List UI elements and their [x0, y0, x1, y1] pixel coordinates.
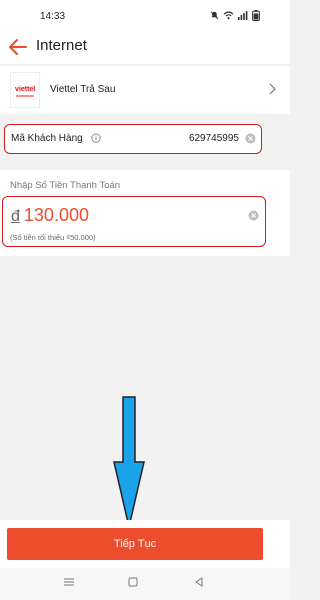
customer-code-field[interactable]: Mã Khách Hàng 629745995 — [4, 124, 262, 154]
amount-input[interactable]: đ 130.000 (Số tiền tối thiểu ₫50.000) — [2, 196, 266, 247]
status-time: 14:33 — [40, 11, 66, 22]
amount-label: Nhập Số Tiền Thanh Toán — [10, 180, 121, 191]
continue-button[interactable]: Tiếp Tục — [7, 528, 263, 560]
chevron-right-icon — [269, 83, 276, 95]
signal-icon — [238, 11, 248, 20]
clear-icon[interactable] — [245, 133, 256, 144]
app-header: Internet — [0, 30, 290, 64]
currency-symbol: đ — [11, 208, 20, 225]
system-nav-bar — [0, 568, 290, 600]
menu-icon[interactable] — [63, 577, 75, 587]
battery-icon — [252, 10, 260, 21]
minimum-amount-note: (Số tiền tối thiểu ₫50.000) — [10, 233, 96, 242]
status-icons — [210, 10, 260, 21]
provider-logo-text: viettel — [14, 83, 36, 93]
clear-icon[interactable] — [248, 210, 259, 221]
mute-icon — [210, 11, 219, 20]
status-bar: 14:33 — [0, 0, 290, 30]
customer-code-value: 629745995 — [188, 133, 239, 144]
info-icon[interactable] — [91, 133, 101, 143]
provider-row[interactable]: viettel Viettel Trả Sau — [0, 66, 290, 114]
back-nav-icon[interactable] — [194, 577, 204, 587]
back-arrow-icon[interactable] — [8, 38, 28, 56]
down-arrow-icon — [113, 396, 145, 528]
page-title: Internet — [36, 37, 87, 54]
provider-name: Viettel Trả Sau — [50, 84, 116, 95]
provider-logo: viettel — [10, 72, 40, 108]
customer-code-label: Mã Khách Hàng — [11, 133, 83, 144]
wifi-icon — [223, 11, 234, 20]
home-icon[interactable] — [128, 577, 138, 587]
amount-value: 130.000 — [23, 205, 89, 225]
